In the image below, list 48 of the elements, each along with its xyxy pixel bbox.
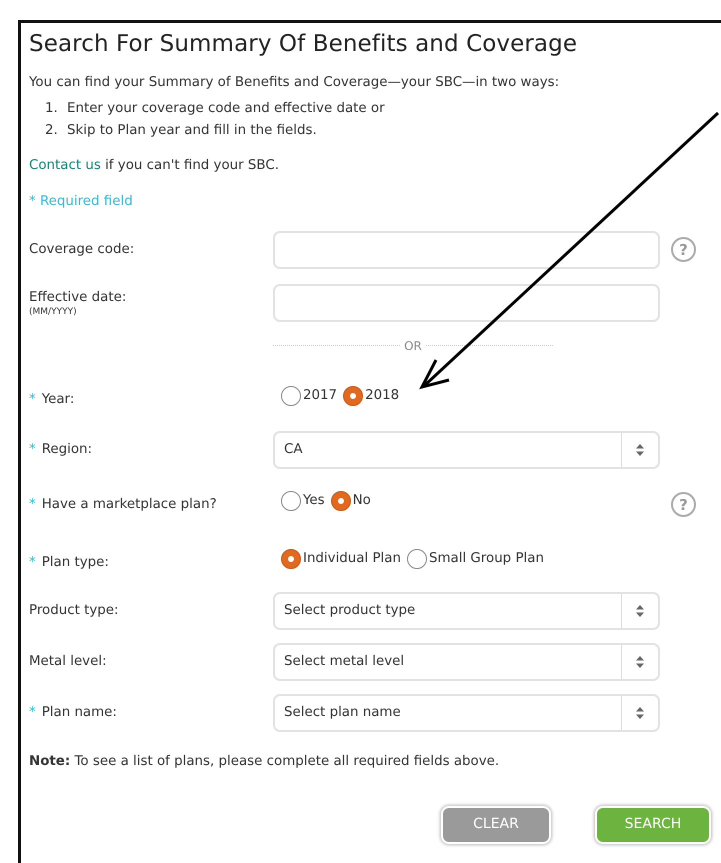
field-label: Coverage code: [29, 242, 134, 257]
field-label: Metal level: [29, 654, 107, 669]
step-text: Enter your coverage code and effective date or [67, 100, 385, 118]
radio-label[interactable]: Small Group Plan [428, 549, 544, 570]
dropdown-select[interactable]: Select metal level [273, 642, 660, 681]
radio-label[interactable]: 2017 [303, 386, 338, 406]
radio-button[interactable] [406, 549, 427, 570]
contact-link[interactable]: Contact us [29, 158, 101, 173]
text-field[interactable] [273, 284, 660, 322]
radio-button[interactable] [281, 549, 301, 570]
field-label: Region: [42, 442, 92, 457]
intro-text: You can find your Summary of Benefits and Coverage—your SBC—in two ways: [29, 74, 560, 92]
step-text: Skip to Plan year and fill in the fields. [67, 122, 317, 140]
field-label: Product type: [29, 602, 119, 618]
radio-button[interactable] [330, 491, 351, 512]
radio-label[interactable]: 2018 [365, 386, 400, 406]
required-asterisk: * [29, 392, 36, 407]
field-label: Year: [42, 392, 74, 407]
sort-arrows-icon [636, 706, 644, 719]
sort-arrows-icon [636, 444, 644, 456]
radio-button[interactable] [281, 491, 301, 512]
page-title: Search For Summary Of Benefits and Coverage [29, 31, 578, 59]
dropdown-select[interactable]: CA [273, 430, 660, 469]
step-number: 1. [45, 100, 59, 118]
format-hint: (MM/YYYY) [29, 308, 78, 318]
note-text: Note: To see a list of plans, please complete all required fields above. [29, 752, 500, 771]
dropdown-select[interactable]: Select plan name [273, 694, 660, 732]
field-label: Plan name: [42, 704, 117, 720]
sort-arrows-icon [636, 656, 644, 668]
radio-label[interactable]: Yes [303, 491, 325, 512]
radio-label[interactable]: Individual Plan [303, 549, 401, 570]
divider-label: OR [403, 338, 423, 355]
dropdown-select[interactable]: Select product type [273, 592, 660, 630]
contact-text: Contact us if you can't find your SBC. [29, 156, 280, 175]
required-asterisk: * [29, 442, 36, 457]
field-label: Effective date: [29, 290, 126, 306]
required-asterisk: * [29, 704, 36, 720]
radio-button[interactable] [343, 386, 364, 406]
sort-arrows-icon [636, 604, 644, 617]
required-asterisk: * [29, 554, 36, 570]
step-number: 2. [45, 122, 59, 140]
field-label: Have a marketplace plan? [42, 496, 217, 512]
required-asterisk: * [29, 496, 36, 512]
required-note: * Required field [29, 192, 134, 211]
radio-label[interactable]: No [352, 491, 371, 512]
text-field[interactable] [273, 230, 660, 269]
field-label: Plan type: [42, 554, 109, 570]
radio-button[interactable] [281, 386, 301, 406]
